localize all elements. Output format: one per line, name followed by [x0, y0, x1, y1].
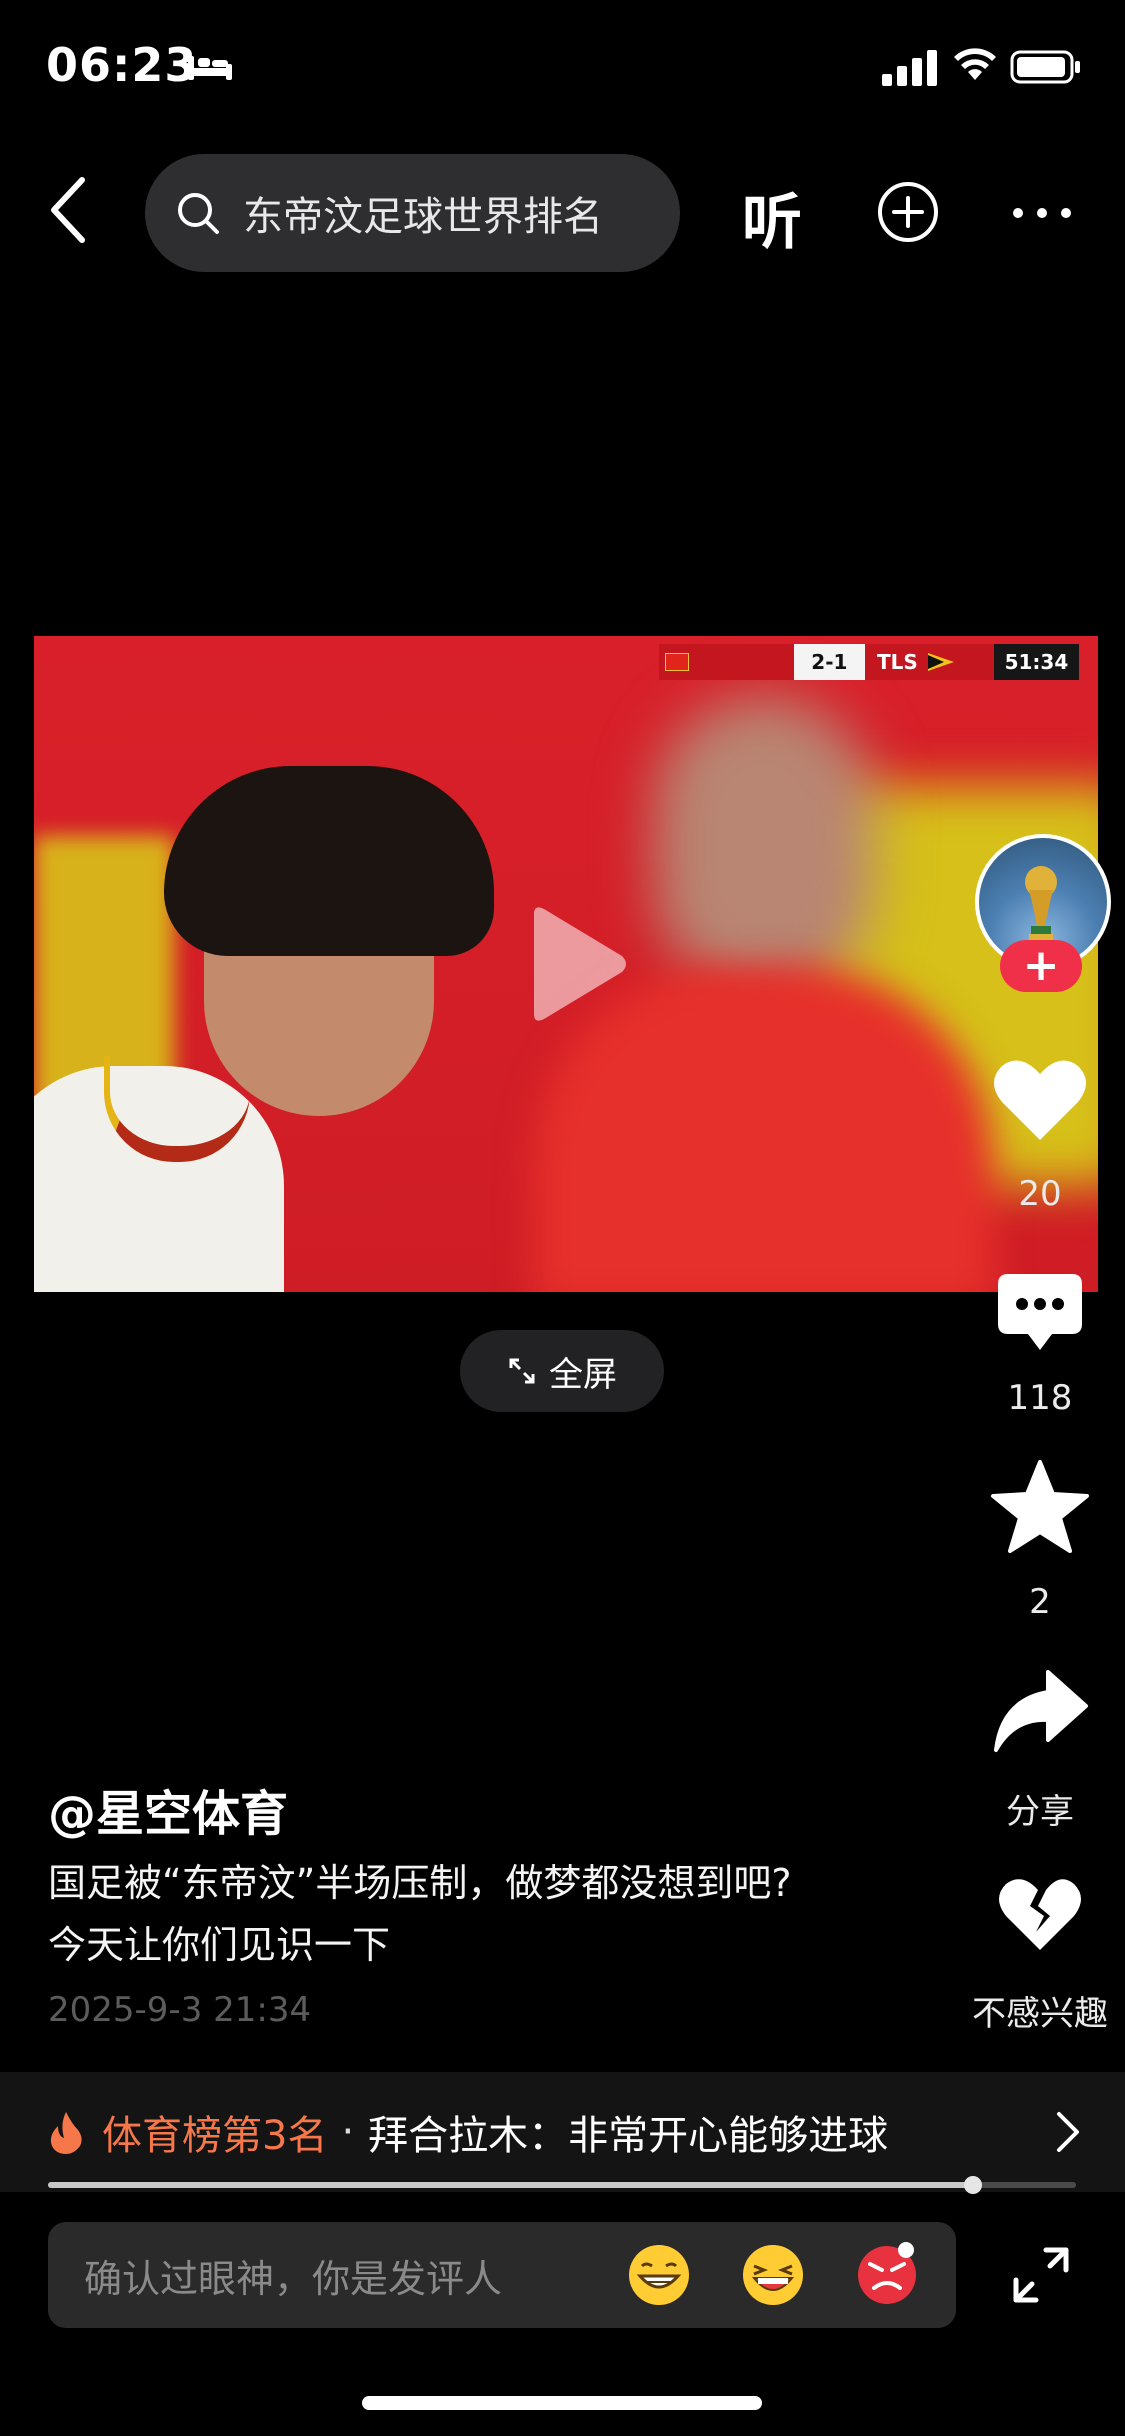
video-progress-bar[interactable] — [48, 2176, 1076, 2194]
cellular-signal-icon — [882, 50, 937, 86]
chevron-right-icon — [1057, 2112, 1079, 2152]
broken-heart-icon[interactable] — [998, 1876, 1082, 1954]
favorite-star-icon[interactable] — [990, 1458, 1090, 1554]
search-icon — [178, 193, 219, 234]
fullscreen-label: 全屏 — [549, 1354, 617, 1395]
rank-separator: · — [341, 2109, 355, 2155]
post-caption: 国足被“东帝汶”半场压制，做梦都没想到吧? 今天让你们见识一下 — [48, 1852, 948, 1976]
comment-input[interactable]: 确认过眼神，你是发评人 — [48, 2222, 956, 2328]
home-indicator[interactable] — [362, 2396, 762, 2410]
favorite-count: 2 — [1029, 1582, 1051, 1622]
laugh-emoji-icon[interactable] — [740, 2242, 806, 2308]
like-count: 20 — [1018, 1174, 1062, 1214]
comment-placeholder: 确认过眼神，你是发评人 — [84, 2256, 503, 2301]
author-name[interactable]: @星空体育 — [48, 1774, 288, 1844]
search-query: 东帝汶足球世界排名 — [243, 194, 603, 240]
team2-name: TLS — [877, 650, 918, 674]
video-foreground-hair — [164, 766, 494, 956]
follow-button[interactable]: + — [1000, 940, 1082, 992]
back-button[interactable] — [40, 170, 100, 250]
comment-bubble-icon[interactable] — [994, 1270, 1086, 1354]
sleep-focus-icon — [188, 56, 232, 80]
scoreboard-team2: TLS — [865, 644, 994, 680]
battery-icon — [1010, 50, 1080, 84]
rank-headline: 拜合拉木：非常开心能够进球 — [368, 2113, 889, 2159]
angry-emoji-icon[interactable] — [854, 2240, 920, 2306]
caption-line-2: 今天让你们见识一下 — [48, 1923, 391, 1967]
expand-icon[interactable] — [1012, 2246, 1070, 2304]
trending-rank-bar[interactable]: 体育榜第3名 · 拜合拉木：非常开心能够进球 — [0, 2072, 1125, 2192]
share-label: 分享 — [1006, 1792, 1074, 1832]
post-timestamp: 2025-9-3 21:34 — [48, 1990, 312, 2030]
add-circle-icon[interactable] — [876, 180, 940, 244]
video-background-player-head — [654, 696, 874, 996]
team1-flag-icon — [665, 653, 689, 671]
not-interested-label: 不感兴趣 — [972, 1994, 1108, 2034]
rank-label: 体育榜第3名 — [102, 2113, 328, 2159]
match-scoreboard: 2-1 TLS 51:34 — [659, 644, 1080, 680]
scoreboard-score: 2-1 — [793, 644, 866, 680]
comment-count: 118 — [1007, 1378, 1073, 1418]
more-options-icon[interactable] — [1010, 206, 1074, 220]
grin-emoji-icon[interactable] — [626, 2242, 692, 2308]
search-input[interactable]: 东帝汶足球世界排名 — [145, 154, 680, 272]
fire-icon — [50, 2112, 82, 2154]
scoreboard-clock: 51:34 — [993, 644, 1080, 680]
caption-line-1: 国足被“东帝汶”半场压制，做梦都没想到吧? — [48, 1861, 792, 1905]
scoreboard-team1 — [659, 644, 794, 680]
team2-flag-icon — [927, 653, 954, 671]
expand-arrows-icon — [509, 1358, 535, 1384]
wifi-icon — [954, 48, 996, 80]
share-arrow-icon[interactable] — [990, 1666, 1090, 1756]
status-time: 06:23 — [46, 38, 198, 92]
like-heart-icon[interactable] — [992, 1056, 1088, 1144]
trophy-icon — [1025, 866, 1057, 942]
video-progress-fill — [48, 2182, 974, 2188]
listen-button[interactable]: 听 — [742, 174, 802, 261]
fullscreen-button[interactable]: 全屏 — [460, 1330, 664, 1412]
video-player[interactable]: 2-1 TLS 51:34 — [34, 636, 1098, 1292]
play-icon[interactable] — [522, 904, 632, 1024]
